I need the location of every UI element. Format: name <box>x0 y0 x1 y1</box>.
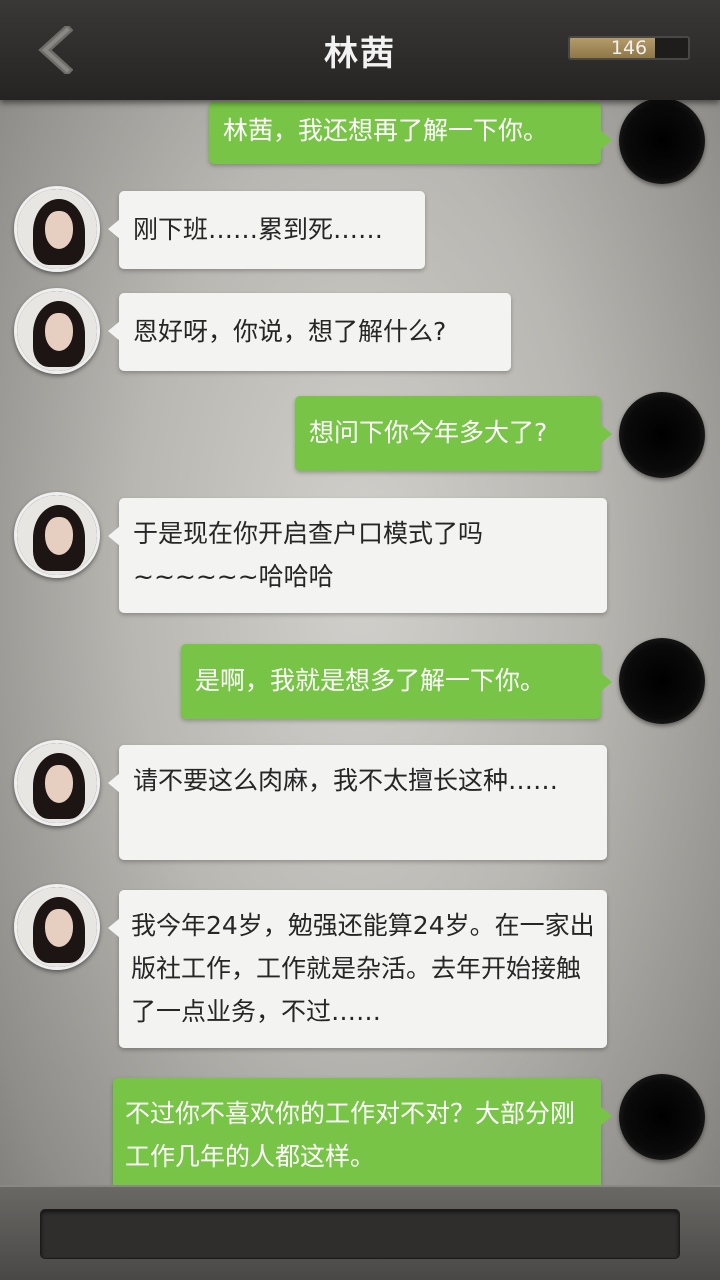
my-avatar[interactable] <box>619 638 705 724</box>
message-bubble-me: 林茜，我还想再了解一下你。 <box>209 102 612 164</box>
message-item: 恩好呀，你说，想了解什么? <box>0 288 720 378</box>
my-avatar[interactable] <box>619 392 705 478</box>
message-text: 恩好呀，你说，想了解什么? <box>133 317 447 346</box>
avatar-face <box>45 517 73 555</box>
message-item: 想问下你今年多大了? <box>0 390 720 480</box>
progress-meter: 146 <box>568 36 690 60</box>
message-item: 刚下班……累到死…… <box>0 186 720 276</box>
message-item: 我今年24岁，勉强还能算24岁。在一家出版社工作，工作就是杂活。去年开始接触了一… <box>0 884 720 1054</box>
message-text: 不过你不喜欢你的工作对不对？大部分刚工作几年的人都这样。 <box>125 1099 576 1171</box>
avatar-face <box>45 909 73 947</box>
message-item: 林茜，我还想再了解一下你。 <box>0 98 720 184</box>
contact-avatar[interactable] <box>14 186 100 272</box>
my-avatar[interactable] <box>619 1074 705 1160</box>
message-bubble-me: 想问下你今年多大了? <box>295 396 612 471</box>
contact-avatar[interactable] <box>14 288 100 374</box>
message-item: 是啊，我就是想多了解一下你。 <box>0 638 720 728</box>
message-bubble-her: 请不要这么肉麻，我不太擅长这种…… <box>108 745 607 860</box>
progress-value: 146 <box>610 37 648 59</box>
message-text: 请不要这么肉麻，我不太擅长这种…… <box>133 766 559 795</box>
my-avatar[interactable] <box>619 98 705 184</box>
contact-avatar[interactable] <box>14 884 100 970</box>
message-item: 请不要这么肉麻，我不太擅长这种…… <box>0 740 720 865</box>
message-bubble-me: 是啊，我就是想多了解一下你。 <box>181 644 612 719</box>
message-bubble-her: 我今年24岁，勉强还能算24岁。在一家出版社工作，工作就是杂活。去年开始接触了一… <box>108 890 607 1048</box>
message-bubble-me: 不过你不喜欢你的工作对不对？大部分刚工作几年的人都这样。 <box>113 1078 612 1185</box>
message-bubble-her: 恩好呀，你说，想了解什么? <box>108 293 511 371</box>
message-bubble-her: 刚下班……累到死…… <box>108 191 425 269</box>
contact-avatar[interactable] <box>14 492 100 578</box>
avatar-face <box>45 765 73 803</box>
message-item: 不过你不喜欢你的工作对不对？大部分刚工作几年的人都这样。 <box>0 1072 720 1185</box>
avatar-face <box>45 313 73 351</box>
reply-input-bar[interactable] <box>40 1209 680 1259</box>
message-text: 我今年24岁，勉强还能算24岁。在一家出版社工作，工作就是杂活。去年开始接触了一… <box>131 911 595 1026</box>
message-text: 是啊，我就是想多了解一下你。 <box>195 666 546 695</box>
contact-avatar[interactable] <box>14 740 100 826</box>
top-bar: 林茜 146 <box>0 0 720 100</box>
message-bubble-her: 于是现在你开启查户口模式了吗~~~~~~哈哈哈 <box>108 498 607 613</box>
message-text: 于是现在你开启查户口模式了吗~~~~~~哈哈哈 <box>133 519 484 591</box>
chat-screen: 林茜，我还想再了解一下你。 刚下班……累到死…… 恩好呀，你说，想了解什么? 想… <box>0 0 720 1280</box>
message-text: 想问下你今年多大了? <box>309 418 548 447</box>
message-text: 刚下班……累到死…… <box>133 215 384 244</box>
message-list[interactable]: 林茜，我还想再了解一下你。 刚下班……累到死…… 恩好呀，你说，想了解什么? 想… <box>0 0 720 1185</box>
bottom-bar <box>0 1185 720 1280</box>
message-item: 于是现在你开启查户口模式了吗~~~~~~哈哈哈 <box>0 492 720 617</box>
message-text: 林茜，我还想再了解一下你。 <box>223 116 549 145</box>
avatar-face <box>45 211 73 249</box>
